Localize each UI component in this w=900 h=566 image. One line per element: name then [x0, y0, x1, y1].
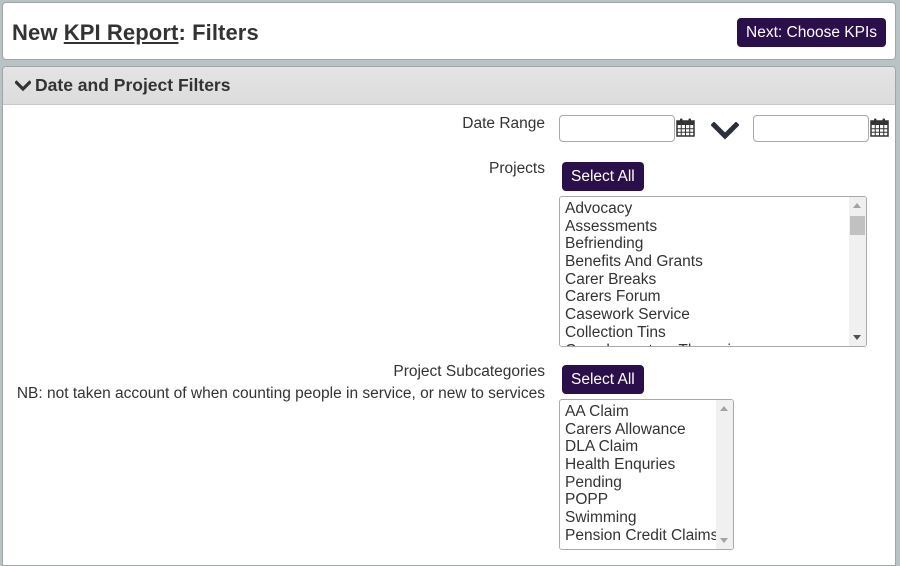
scroll-thumb[interactable]: [850, 216, 865, 235]
subcategory-option[interactable]: Swimming: [565, 509, 718, 527]
panel-heading-text: Date and Project Filters: [35, 75, 231, 95]
projects-options: Advocacy Assessments Befriending Benefit…: [565, 200, 747, 347]
subcategory-option[interactable]: Carers Allowance: [565, 421, 718, 439]
project-option[interactable]: Assessments: [565, 218, 747, 236]
subcategory-option[interactable]: POPP: [565, 491, 718, 509]
projects-scrollbar[interactable]: [849, 197, 866, 346]
project-option[interactable]: Advocacy: [565, 200, 747, 218]
subcategories-select-all-button[interactable]: Select All: [562, 365, 644, 394]
chevron-down-icon: [15, 79, 31, 91]
date-from-input[interactable]: [559, 115, 675, 142]
date-range-label: Date Range: [462, 115, 545, 132]
project-option[interactable]: Benefits And Grants: [565, 253, 747, 271]
project-option[interactable]: Carer Breaks: [565, 271, 747, 289]
page-header: New KPI Report: Filters Next: Choose KPI…: [2, 2, 896, 60]
scroll-down-arrow-icon[interactable]: [853, 335, 861, 340]
project-subcategories-label: Project Subcategories: [393, 363, 545, 380]
subcategory-option[interactable]: AA Claim: [565, 403, 718, 421]
scroll-up-arrow-icon: [720, 406, 728, 411]
project-option[interactable]: Casework Service: [565, 306, 747, 324]
subcategories-note: NB: not taken account of when counting p…: [16, 385, 545, 402]
subcategory-option[interactable]: Pending: [565, 474, 718, 492]
projects-label: Projects: [489, 160, 545, 177]
subcategories-listbox[interactable]: AA Claim Carers Allowance DLA Claim Heal…: [559, 399, 734, 550]
panel-heading-toggle[interactable]: Date and Project Filters: [3, 67, 895, 105]
title-prefix: New: [12, 20, 64, 45]
subcategory-option[interactable]: Health Enquries: [565, 456, 718, 474]
calendar-icon[interactable]: [870, 118, 889, 137]
title-suffix: : Filters: [178, 20, 259, 45]
projects-select-all-button[interactable]: Select All: [562, 162, 644, 191]
projects-listbox[interactable]: Advocacy Assessments Befriending Benefit…: [559, 196, 867, 347]
project-option[interactable]: Carers Forum: [565, 288, 747, 306]
date-to-input[interactable]: [753, 115, 869, 142]
subcategory-option[interactable]: DLA Claim: [565, 438, 718, 456]
page-title: New KPI Report: Filters: [12, 20, 259, 46]
subcategory-option[interactable]: Pension Credit Claims: [565, 527, 718, 545]
project-option[interactable]: Complementary Therapies: [565, 342, 747, 347]
subcategories-scrollbar: [716, 400, 733, 549]
kpi-report-link[interactable]: KPI Report: [64, 20, 179, 45]
calendar-icon[interactable]: [676, 118, 695, 137]
subcategories-options: AA Claim Carers Allowance DLA Claim Heal…: [565, 403, 718, 545]
chevron-down-icon[interactable]: [711, 122, 739, 140]
date-project-filters-panel: Date and Project Filters Date Range Proj…: [2, 66, 896, 566]
project-option[interactable]: Befriending: [565, 235, 747, 253]
project-option[interactable]: Collection Tins: [565, 324, 747, 342]
scroll-down-arrow-icon: [720, 538, 728, 543]
next-choose-kpis-button[interactable]: Next: Choose KPIs: [737, 18, 886, 47]
scroll-up-arrow-icon[interactable]: [853, 203, 861, 208]
